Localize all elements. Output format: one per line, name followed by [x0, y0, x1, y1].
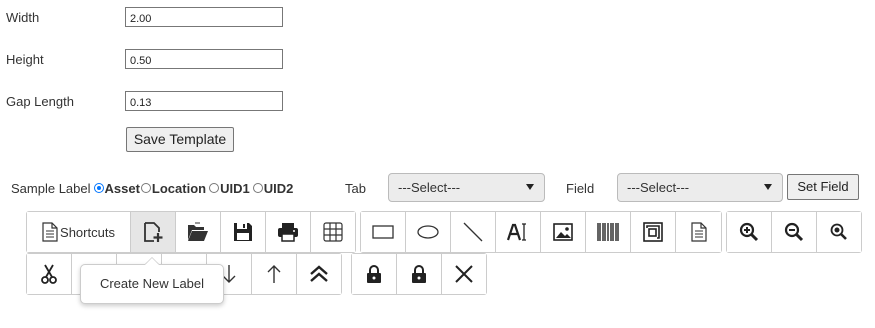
- double-chevron-up-icon: [310, 265, 328, 282]
- radio-uid1[interactable]: [209, 183, 220, 193]
- cut-button[interactable]: [27, 254, 72, 294]
- document-icon: [42, 222, 58, 242]
- arrow-down-icon: [222, 265, 236, 283]
- radio-uid1-label: UID1: [220, 180, 250, 196]
- lock-icon: [412, 265, 426, 283]
- lock-button[interactable]: [352, 254, 397, 294]
- height-input[interactable]: [125, 49, 283, 69]
- set-field-button[interactable]: Set Field: [787, 174, 859, 200]
- radio-asset-label: Asset: [104, 180, 140, 196]
- toolbar-group-file: Shortcuts: [26, 211, 356, 253]
- image-icon: [553, 223, 573, 241]
- document-tool-button[interactable]: [676, 212, 721, 252]
- zoom-out-button[interactable]: [772, 212, 817, 252]
- ellipse-tool-button[interactable]: [406, 212, 451, 252]
- zoom-reset-button[interactable]: [817, 212, 861, 252]
- lock-all-button[interactable]: [397, 254, 442, 294]
- create-new-label-button[interactable]: [131, 212, 176, 252]
- radio-asset[interactable]: [93, 183, 104, 193]
- toolbar-group-zoom: [726, 211, 862, 253]
- toolbar-group-lock: [351, 253, 487, 295]
- zoom-reset-icon: [830, 223, 847, 240]
- tooltip-arrow-inner: [145, 258, 159, 265]
- radio-uid2-label: UID2: [263, 180, 294, 196]
- field-label: Field: [566, 180, 595, 196]
- radio-location-label: Location: [151, 180, 207, 196]
- toolbar-group-insert: [360, 211, 722, 253]
- open-button[interactable]: [176, 212, 221, 252]
- grid-icon: [323, 222, 343, 242]
- floppy-disk-icon: [234, 223, 252, 241]
- image-tool-button[interactable]: [541, 212, 586, 252]
- bring-to-front-button[interactable]: [297, 254, 341, 294]
- rectangle-icon: [372, 225, 394, 239]
- text-tool-button[interactable]: [496, 212, 541, 252]
- scissors-icon: [41, 264, 57, 284]
- width-input[interactable]: [125, 7, 283, 27]
- move-up-button[interactable]: [252, 254, 297, 294]
- shortcuts-label: Shortcuts: [60, 224, 115, 240]
- radio-uid2[interactable]: [252, 183, 263, 193]
- chevron-down-icon: [764, 184, 772, 190]
- chevron-down-icon: [526, 184, 534, 190]
- height-label: Height: [6, 52, 44, 67]
- create-new-label-tooltip: Create New Label: [80, 264, 224, 304]
- zoom-in-icon: [739, 222, 759, 242]
- grid-button[interactable]: [311, 212, 355, 252]
- qrcode-tool-button[interactable]: [631, 212, 676, 252]
- tab-label: Tab: [345, 180, 366, 196]
- delete-button[interactable]: [442, 254, 486, 294]
- arrow-up-icon: [267, 265, 281, 283]
- zoom-in-button[interactable]: [727, 212, 772, 252]
- rectangle-tool-button[interactable]: [361, 212, 406, 252]
- field-select-value: ---Select---: [627, 180, 690, 195]
- field-select[interactable]: ---Select---: [617, 173, 783, 202]
- sample-label-text: Sample Label: [11, 180, 91, 196]
- frame-icon: [643, 222, 663, 242]
- tab-select-value: ---Select---: [398, 180, 461, 195]
- line-tool-button[interactable]: [451, 212, 496, 252]
- gap-length-input[interactable]: [125, 91, 283, 111]
- close-icon: [455, 265, 473, 283]
- barcode-icon: [597, 223, 619, 241]
- sample-label-row: Sample Label Asset Location UID1 UID2: [11, 176, 293, 200]
- tab-select[interactable]: ---Select---: [388, 173, 545, 202]
- save-button[interactable]: [221, 212, 266, 252]
- shortcuts-button[interactable]: Shortcuts: [27, 212, 131, 252]
- folder-open-icon: [188, 222, 208, 241]
- document-icon: [690, 222, 707, 242]
- printer-icon: [278, 223, 298, 242]
- save-template-button[interactable]: Save Template: [126, 127, 234, 152]
- zoom-out-icon: [784, 222, 804, 242]
- ellipse-icon: [417, 225, 439, 239]
- gap-length-label: Gap Length: [6, 94, 74, 109]
- radio-location[interactable]: [140, 183, 151, 193]
- lock-icon: [367, 265, 381, 283]
- new-file-icon: [144, 222, 163, 242]
- print-button[interactable]: [266, 212, 311, 252]
- width-label: Width: [6, 10, 40, 25]
- text-cursor-icon: [507, 223, 526, 241]
- line-icon: [463, 222, 483, 242]
- barcode-tool-button[interactable]: [586, 212, 631, 252]
